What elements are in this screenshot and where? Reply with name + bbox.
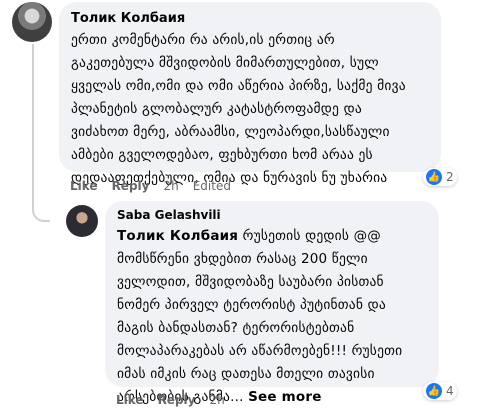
avatar[interactable]: [12, 2, 52, 42]
comment-actions: Like Reply 2h: [116, 393, 225, 407]
like-button[interactable]: Like: [116, 393, 144, 407]
comment-author[interactable]: Saba Gelashvili: [117, 207, 427, 223]
reply-button[interactable]: Reply: [112, 179, 150, 193]
like-icon: 👍: [426, 383, 442, 399]
avatar[interactable]: [66, 205, 98, 237]
like-icon: 👍: [426, 169, 442, 185]
see-more-link[interactable]: See more: [248, 389, 322, 405]
comment-text: ერთი კომენტარი რა არის,ის ერთიც არ გაკეთ…: [71, 32, 406, 186]
reaction-summary[interactable]: 👍 2: [423, 168, 457, 186]
comment-timestamp[interactable]: 2h: [163, 179, 178, 193]
comment-text: Толик Колбаия რუსეთის დედის @@ მომსწრენი…: [117, 225, 427, 409]
like-button[interactable]: Like: [70, 179, 98, 193]
comment-author[interactable]: Толик Колбаия: [71, 11, 429, 27]
comment-body: რუსეთის დედის @@ მომსწრენი ვხდებით რასაც…: [117, 228, 403, 405]
edited-label[interactable]: Edited: [193, 179, 231, 193]
comment-actions: Like Reply 2h Edited: [70, 179, 231, 193]
mention-link[interactable]: Толик Колбаия: [117, 228, 238, 244]
comment-bubble: Толик Колбаия ერთი კომენტარი რა არის,ის …: [59, 2, 441, 186]
reaction-summary[interactable]: 👍 4: [423, 382, 457, 400]
reaction-count: 2: [446, 170, 454, 184]
reply-thread-line: [32, 44, 50, 222]
reaction-count: 4: [446, 384, 454, 398]
reply-button[interactable]: Reply: [158, 393, 196, 407]
comment-timestamp[interactable]: 2h: [209, 393, 224, 407]
reply-bubble: Saba Gelashvili Толик Колбаия რუსეთის დე…: [105, 201, 439, 405]
